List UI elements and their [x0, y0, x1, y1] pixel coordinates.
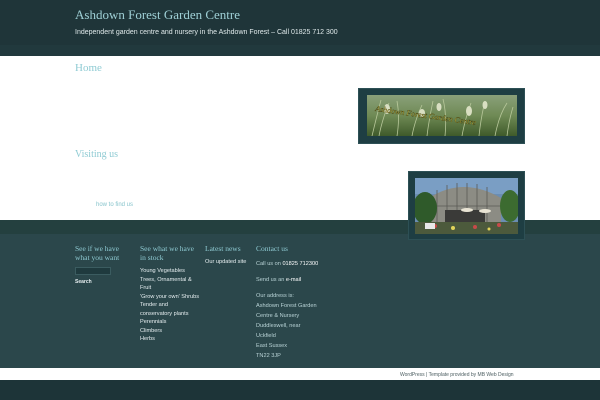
search-button[interactable]: Search [75, 279, 92, 285]
stock-item[interactable]: Perennials [140, 318, 200, 327]
stock-column-title: See what we have in stock [140, 244, 194, 262]
address-line: TN22 3JP [256, 353, 281, 359]
address-line: Uckfield [256, 333, 276, 339]
stock-item[interactable]: Trees, Ornamental & Fruit [140, 276, 200, 293]
credit-text[interactable]: WordPress | Template provided by MB Web … [400, 372, 514, 378]
stock-item[interactable]: Climbers [140, 327, 200, 336]
news-list: Our updated site [205, 258, 255, 267]
stock-list: Young Vegetables Trees, Ornamental & Fru… [140, 267, 200, 344]
footer-stock-column: See what we have in stock Young Vegetabl… [140, 244, 200, 344]
news-column-title: Latest news [205, 244, 241, 253]
search-input[interactable] [75, 267, 111, 275]
footer-search-column: See if we have what you want [75, 244, 135, 262]
contact-column-title: Contact us [256, 244, 288, 253]
phone-line: Call us on 01825 712300 [256, 259, 326, 269]
garden-banner-image: Ashdown Forest Garden Centre [367, 95, 517, 136]
news-item[interactable]: Our updated site [205, 258, 255, 267]
email-line: Send us an e-mail [256, 275, 326, 285]
phone-number[interactable]: 01825 712300 [282, 261, 318, 267]
address-line: Ashdown Forest Garden [256, 303, 317, 309]
home-heading[interactable]: Home [75, 62, 102, 74]
stock-item[interactable]: Young Vegetables [140, 267, 200, 276]
site-description: Independent garden centre and nursery in… [75, 29, 338, 36]
phone-prefix: Call us on [256, 261, 281, 267]
find-us-link[interactable]: how to find us [96, 202, 133, 208]
visiting-heading[interactable]: Visiting us [75, 149, 118, 160]
email-link[interactable]: e-mail [286, 277, 301, 283]
footer-news-column: Latest news Our updated site [205, 244, 255, 267]
footer-contact-column: Contact us Call us on 01825 712300 Send … [256, 244, 326, 361]
stock-item[interactable]: Tender and conservatory plants [140, 301, 200, 318]
stock-item[interactable]: 'Grow your own' Shrubs [140, 293, 200, 302]
address-label: Our address is: [256, 293, 294, 299]
search-column-title: See if we have what you want [75, 244, 120, 262]
email-prefix: Send us an [256, 277, 285, 283]
site-title[interactable]: Ashdown Forest Garden Centre [75, 7, 240, 23]
garden-centre-photo [415, 178, 518, 234]
address-line: East Sussex [256, 343, 288, 349]
bottom-band [0, 380, 600, 400]
stock-item[interactable]: Herbs [140, 335, 200, 344]
address-line: Centre & Nursery [256, 313, 300, 319]
address-line: Duddleswell, near [256, 323, 301, 329]
header-band [0, 45, 600, 56]
